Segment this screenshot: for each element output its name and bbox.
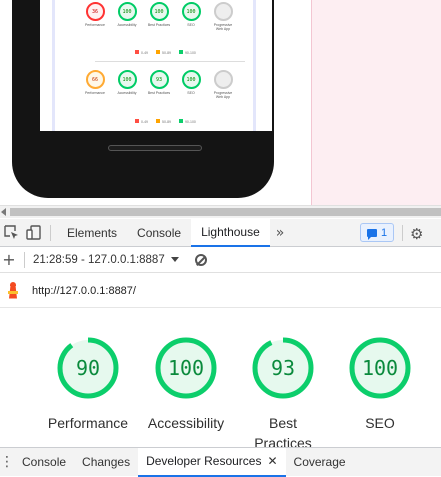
preview-score: 100 SEO — [179, 70, 203, 99]
gauge-score: 100 — [362, 356, 398, 380]
gauge-ring: 100 — [349, 337, 411, 399]
drawer-menu-icon[interactable]: ⋮ — [0, 454, 14, 470]
preview-score: 100 Accessibility — [115, 70, 139, 99]
preview-score: 93 Best Practices — [147, 70, 171, 99]
preview-score: 100 Accessibility — [115, 2, 139, 31]
phone-speaker — [108, 145, 202, 151]
issues-icon — [366, 228, 377, 240]
divider — [50, 224, 51, 241]
horizontal-scrollbar[interactable] — [0, 205, 441, 218]
issues-count: 1 — [380, 226, 388, 239]
preview-legend: 0-49 50-89 90-100 — [135, 50, 215, 55]
devtools-tabbar: Elements Console Lighthouse » 1 ⚙ — [0, 218, 441, 247]
report-panel: 36 Performance 100 Accessibility 100 Best P… — [52, 0, 256, 131]
drawer-tab-developer-resources[interactable]: Developer Resources ✕ — [138, 447, 286, 477]
report-url[interactable]: http://127.0.0.1:8887/ — [32, 285, 136, 297]
preview-legend: 0-49 50-89 90-100 — [135, 119, 215, 124]
gauge-seo[interactable]: 100 SEO — [330, 335, 430, 433]
lighthouse-toolbar: + 21:28:59 - 127.0.0.1:8887 — [0, 247, 441, 273]
new-report-button[interactable]: + — [0, 250, 18, 269]
drawer-tabbar: ⋮ Console Changes Developer Resources ✕ … — [0, 447, 441, 477]
scroll-left-arrow-icon[interactable] — [1, 208, 6, 216]
device-toolbar-button[interactable] — [22, 219, 44, 247]
gauge-label: Performance — [47, 415, 129, 431]
device-mode-icon — [25, 225, 41, 240]
gauge-label: SEO — [365, 415, 395, 431]
phone-screen: 36 Performance 100 Accessibility 100 Best P… — [40, 0, 272, 131]
divider — [24, 251, 25, 268]
divider — [95, 61, 245, 62]
gauge-score: 100 — [168, 356, 204, 380]
gauge-accessibility[interactable]: 100 Accessibility — [136, 335, 236, 433]
scrollbar-thumb[interactable] — [10, 208, 441, 216]
tab-elements[interactable]: Elements — [57, 219, 127, 247]
gauge-ring: 93 — [252, 337, 314, 399]
preview-score: 36 Performance — [83, 2, 107, 31]
preview-score-row-2: 66 Performance 100 Accessibility 93 Best Pr… — [83, 70, 235, 99]
inspect-element-button[interactable] — [0, 219, 22, 247]
gauge-performance[interactable]: 90 Performance — [38, 335, 138, 433]
more-tabs-icon[interactable]: » — [270, 225, 291, 241]
preview-score: 100 Best Practices — [147, 2, 171, 31]
lighthouse-logo-icon — [6, 281, 20, 300]
gauge-score: 90 — [76, 356, 100, 380]
tab-lighthouse[interactable]: Lighthouse — [191, 218, 270, 247]
score-gauges: 90 Performance 100 Accessibility 93 Best… — [0, 308, 441, 451]
drawer-tab-console[interactable]: Console — [14, 448, 74, 477]
tab-console[interactable]: Console — [127, 219, 191, 247]
preview-score: 100 SEO — [179, 2, 203, 31]
close-icon[interactable]: ✕ — [267, 454, 277, 468]
divider — [402, 225, 403, 241]
device-viewport: 36 Performance 100 Accessibility 100 Best P… — [0, 0, 441, 205]
preview-score: 66 Performance — [83, 70, 107, 99]
report-selector[interactable]: 21:28:59 - 127.0.0.1:8887 — [33, 254, 179, 266]
gauge-label: Accessibility — [147, 415, 225, 431]
drawer-tab-coverage[interactable]: Coverage — [286, 448, 354, 477]
preview-score: Progressive Web App — [211, 2, 235, 31]
preview-score-row-1: 36 Performance 100 Accessibility 100 Best P… — [83, 2, 235, 31]
gauge-score: 93 — [271, 356, 295, 380]
gauge-ring: 100 — [155, 337, 217, 399]
chevron-down-icon — [170, 257, 179, 262]
gauge-best-practices[interactable]: 93 Best Practices — [233, 335, 333, 453]
viewport-background — [311, 0, 441, 205]
settings-gear-icon[interactable]: ⚙ — [410, 225, 423, 243]
report-url-row: http://127.0.0.1:8887/ — [0, 274, 441, 308]
report-selector-label: 21:28:59 - 127.0.0.1:8887 — [33, 253, 165, 266]
gauge-ring: 90 — [57, 337, 119, 399]
inspect-icon — [3, 225, 18, 239]
preview-score: Progressive Web App — [211, 70, 235, 99]
drawer-tab-changes[interactable]: Changes — [74, 448, 138, 477]
issues-counter-button[interactable]: 1 — [360, 223, 394, 242]
clear-reports-icon[interactable] — [194, 253, 207, 266]
phone-frame: 36 Performance 100 Accessibility 100 Best P… — [12, 0, 274, 198]
